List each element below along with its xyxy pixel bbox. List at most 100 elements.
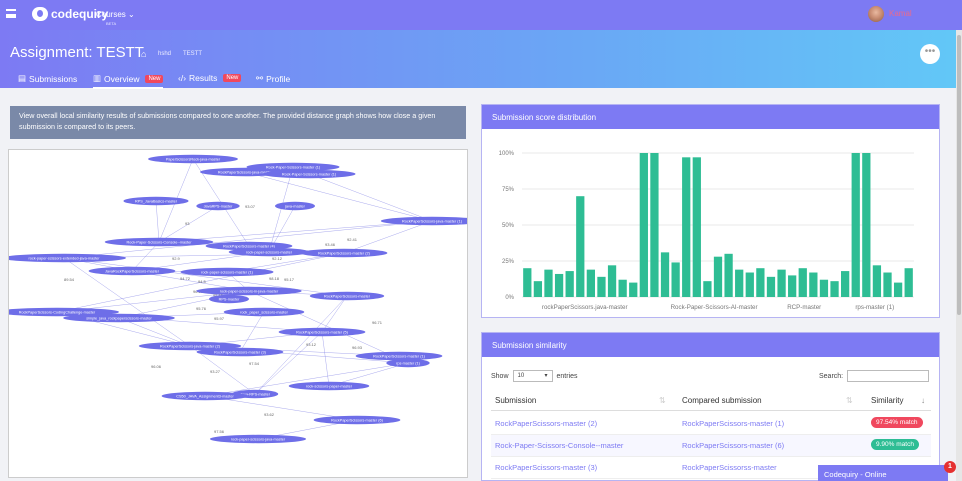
tab-profile[interactable]: ⚯ Profile [256, 73, 290, 84]
bar[interactable] [766, 276, 776, 297]
tab-overview[interactable]: ▥ Overview New [93, 73, 164, 89]
submission-link[interactable]: RockPaperScissors-master (2) [495, 419, 597, 428]
bar[interactable] [724, 253, 733, 297]
bar[interactable] [788, 275, 797, 297]
chat-widget[interactable]: Codequiry - Online [818, 465, 948, 481]
edge-label: 97.54 [249, 361, 260, 366]
entries-select[interactable]: 10 [512, 370, 553, 382]
distance-graph-svg[interactable]: 93.07 93 93.46 92.41 92.9 92.12 94.72 94.5 95.17… [9, 150, 468, 478]
graph-node-label: rock-paper-scissors-extended-java-master [28, 256, 100, 260]
breadcrumb-course[interactable]: hshd [158, 51, 171, 57]
menu-icon[interactable] [6, 9, 16, 18]
bar[interactable] [544, 269, 553, 297]
table-row[interactable]: RockPaperScissors-master (2) RockPaperSci… [491, 413, 931, 435]
bar[interactable] [639, 153, 648, 297]
chevron-down-icon: ⌄ [128, 10, 135, 19]
bar[interactable] [607, 265, 617, 297]
sort-icon[interactable]: ⇅ [659, 396, 666, 405]
edge-label: 95.97 [214, 316, 225, 321]
search-input[interactable] [847, 370, 930, 382]
bar[interactable] [576, 196, 585, 297]
bar[interactable] [756, 268, 765, 297]
compared-submission-link[interactable]: RockPaperScissorss-master [682, 463, 777, 472]
bar[interactable] [650, 153, 659, 297]
x-tick-label: rps-master (1) [855, 304, 894, 311]
tab-results[interactable]: ‹/› Results New [178, 73, 242, 83]
search-label: Search: [819, 372, 844, 380]
top-bar: codequiry BETA Courses ⌄ Kamal [0, 0, 962, 30]
overview-info: View overall local similarity results of… [10, 106, 466, 139]
sort-icon[interactable]: ⇅ [846, 396, 853, 405]
graph-node-label: rock-paper-scissors-in-java-master [220, 289, 279, 293]
bar[interactable] [809, 272, 818, 297]
edge-label: 94.5 [198, 279, 207, 284]
bar[interactable] [841, 271, 850, 297]
submission-link[interactable]: Rock-Paper-Scissors-Console--master [495, 441, 623, 450]
graph-node-label: rock-paper-scissors-master [246, 250, 293, 254]
bar[interactable] [735, 269, 744, 297]
edge-label: 92.12 [272, 256, 283, 261]
card-title: Submission similarity [482, 333, 939, 357]
bar[interactable] [597, 276, 606, 297]
bar[interactable] [713, 256, 723, 297]
edge-label: 97.56 [214, 429, 225, 434]
bar[interactable] [851, 153, 860, 297]
bar[interactable] [904, 268, 913, 297]
graph-node-label: RockPaperScissors-java-master (1) [402, 219, 463, 223]
notification-badge[interactable]: 1 [944, 461, 956, 473]
column-compared[interactable]: Compared submission [682, 396, 762, 405]
show-label: Show [491, 372, 509, 380]
bar[interactable] [692, 157, 701, 297]
bar[interactable] [533, 281, 543, 297]
x-tick-label: RCP-master [787, 304, 821, 311]
share-icon: ⚯ [256, 73, 264, 83]
bar[interactable] [703, 281, 712, 297]
bar[interactable] [872, 265, 882, 297]
bar[interactable] [554, 273, 564, 297]
bar[interactable] [819, 279, 829, 297]
match-badge: 9.90% match [871, 439, 919, 450]
bar[interactable] [671, 262, 680, 297]
column-similarity[interactable]: Similarity [871, 396, 903, 405]
card-title: Submission score distribution [482, 105, 939, 129]
home-icon[interactable]: ⌂ [141, 49, 150, 59]
scrollbar[interactable] [956, 30, 962, 481]
bar[interactable] [565, 271, 574, 297]
distance-graph[interactable]: 93.07 93 93.46 92.41 92.9 92.12 94.72 94.5 95.17… [8, 149, 468, 478]
edge-label: 89.54 [64, 277, 75, 282]
sort-desc-icon[interactable]: ↓ [921, 396, 925, 405]
bar[interactable] [618, 279, 627, 297]
column-submission[interactable]: Submission [495, 396, 536, 405]
bar[interactable] [682, 157, 691, 297]
compared-submission-link[interactable]: RockPaperScissors-master (6) [682, 441, 784, 450]
bar[interactable] [883, 272, 892, 297]
bar[interactable] [798, 268, 807, 297]
courses-menu[interactable]: Courses ⌄ [96, 10, 135, 19]
bar[interactable] [660, 252, 670, 297]
entries-control: Show 10 entries [491, 370, 578, 382]
graph-node-label: JavaRockPaperScissors-master [105, 269, 160, 273]
edge-label: 96.71 [372, 320, 383, 325]
table-row[interactable]: Rock-Paper-Scissors-Console--master RockP… [491, 435, 931, 457]
graph-edge [158, 220, 433, 243]
bar[interactable] [862, 153, 871, 297]
graph-node-label: rock-paper-scissors-java-master [231, 437, 286, 441]
bar[interactable] [629, 282, 638, 297]
user-name[interactable]: Kamal [889, 9, 912, 18]
courses-label: Courses [96, 10, 126, 19]
submission-link[interactable]: RockPaperScissors-master (3) [495, 463, 597, 472]
bar[interactable] [777, 269, 786, 297]
graph-node-label: RockPaperScissors-master [324, 294, 371, 298]
avatar[interactable] [868, 6, 884, 22]
breadcrumb-assignment[interactable]: TESTT [183, 51, 202, 57]
bar[interactable] [830, 281, 839, 297]
bar[interactable] [586, 269, 595, 297]
graph-node-label: RockPaperScissors-master (2) [318, 251, 370, 255]
tab-submissions[interactable]: ▤ Submissions [18, 73, 77, 84]
ellipsis-icon[interactable]: ••• [920, 44, 940, 64]
bar[interactable] [745, 272, 754, 297]
bar[interactable] [523, 268, 532, 297]
similarity-card: Submission similarity Show 10 entries Sear… [481, 332, 940, 481]
bar[interactable] [893, 282, 903, 297]
compared-submission-link[interactable]: RockPaperScissors-master (1) [682, 419, 784, 428]
